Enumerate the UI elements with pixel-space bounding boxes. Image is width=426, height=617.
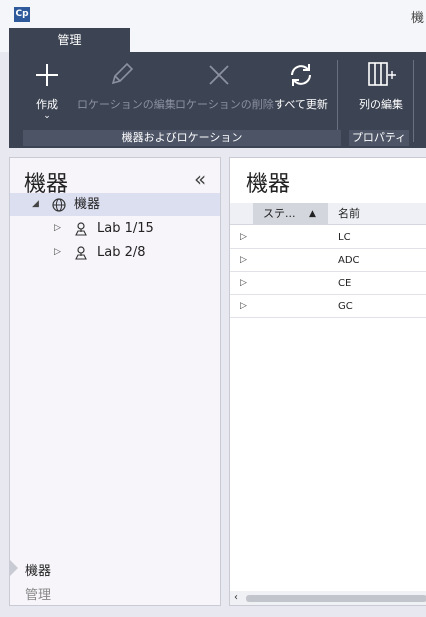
instruments-list-panel: 機器 ステ... ▲ 名前 ▷ LC ▷ ADC ▷ CE ▷ GC ‹ [229,157,426,606]
globe-icon [52,198,66,212]
create-button[interactable]: 作成 ⌄ [31,60,63,128]
active-nav-indicator [10,560,18,576]
column-header-name[interactable]: 名前 [338,203,360,225]
x-icon [209,65,229,85]
expand-row-icon[interactable]: ▷ [240,226,247,249]
pencil-icon [111,62,134,85]
collapse-panel-icon[interactable]: « [194,169,206,189]
tree-item-label: Lab 1/15 [97,221,154,236]
refresh-all-button[interactable]: すべて更新 [273,60,329,128]
collapsed-arrow-icon[interactable]: ▷ [54,217,61,240]
ribbon-group-label: 機器およびロケーション [23,130,341,146]
plus-icon [36,64,58,86]
sort-ascending-icon: ▲ [309,209,316,219]
expanded-arrow-icon[interactable]: ◢ [32,193,39,216]
ribbon: 作成 ⌄ ロケーションの編集 ロケーションの削除 すべて更新 列の編集 機器およ… [9,52,426,148]
tree-item-lab[interactable]: ▷ Lab 2/8 [10,241,220,264]
nav-item-instruments[interactable]: 機器 [25,560,51,579]
ribbon-separator [413,60,414,142]
title-bar: Cp 機 [0,0,426,28]
row-name: ADC [338,255,360,266]
collapsed-arrow-icon[interactable]: ▷ [54,241,61,264]
column-header-label: ステ... [263,207,296,220]
app-logo: Cp [14,7,30,22]
columns-icon [368,62,396,86]
scrollbar-thumb[interactable] [246,595,426,602]
scroll-left-icon[interactable]: ‹ [234,591,238,605]
expand-row-icon[interactable]: ▷ [240,295,247,318]
tree-item-label: 機器 [74,197,101,212]
navigation-panel: 機器 « ◢ 機器 ▷ Lab 1/15 ▷ Lab 2/8 機器 管理 [9,157,221,606]
tab-manage[interactable]: 管理 [9,28,130,52]
tree-item-lab[interactable]: ▷ Lab 1/15 [10,217,220,240]
column-header-status[interactable]: ステ... ▲ [253,203,328,225]
row-name: LC [338,232,351,243]
create-button-label: 作成 [36,98,58,111]
table-row[interactable]: ▷ CE [230,272,426,295]
row-name: CE [338,278,352,289]
panel-title: 機器 [246,172,291,197]
tree-item-instruments[interactable]: ◢ 機器 [10,193,220,216]
edit-location-label: ロケーションの編集 [77,98,176,111]
tab-strip: 管理 [0,28,426,52]
expand-row-icon[interactable]: ▷ [240,272,247,295]
horizontal-scrollbar[interactable]: ‹ [230,591,426,605]
delete-location-button[interactable]: ロケーションの削除 [175,60,274,128]
location-person-icon [75,246,87,260]
refresh-all-label: すべて更新 [274,98,328,111]
edit-columns-button[interactable]: 列の編集 [355,60,407,128]
table-row[interactable]: ▷ GC [230,295,426,318]
row-name: GC [338,301,353,312]
table-header: ステ... ▲ 名前 [230,203,426,225]
table-row[interactable]: ▷ ADC [230,249,426,272]
chevron-down-icon: ⌄ [43,111,51,121]
expand-row-icon[interactable]: ▷ [240,249,247,272]
edit-columns-label: 列の編集 [359,98,403,111]
delete-location-label: ロケーションの削除 [175,98,274,111]
refresh-icon [291,64,311,86]
edit-location-button[interactable]: ロケーションの編集 [77,60,176,128]
nav-item-manage[interactable]: 管理 [25,584,51,603]
tree-item-label: Lab 2/8 [97,245,146,260]
window-title: 機 [410,11,424,26]
location-person-icon [75,222,87,236]
ribbon-group-label: プロパティ [349,130,409,146]
table-row[interactable]: ▷ LC [230,226,426,249]
